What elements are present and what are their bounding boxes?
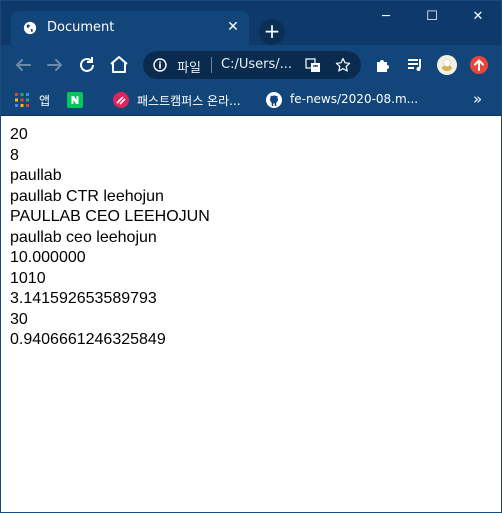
browser-window: Document ✕ + ─ ☐ ✕ 파일 C:/Users/... 앱 패스트… xyxy=(0,0,502,513)
output-line: 3.141592653589793 xyxy=(10,290,157,307)
bookmarks-bar: 앱 패스트캠퍼스 온라... fe-news/2020-08.m... » xyxy=(1,85,501,116)
chevron-double-right-icon: » xyxy=(473,90,483,108)
output-line: 8 xyxy=(10,146,19,164)
info-icon[interactable] xyxy=(153,58,167,72)
page-content: 20 8 paullab paullab CTR leehojun PAULLA… xyxy=(1,116,501,512)
bookmark-fe-news-label: fe-news/2020-08.m... xyxy=(290,92,419,106)
bookmark-fe-news[interactable]: fe-news/2020-08.m... xyxy=(266,90,419,110)
naver-logo-icon xyxy=(67,92,83,108)
url-text[interactable]: C:/Users/... xyxy=(221,57,292,72)
output-text: 20 8 paullab paullab CTR leehojun PAULLA… xyxy=(10,125,210,351)
update-arrow-icon[interactable] xyxy=(469,55,489,75)
url-scheme-label: 파일 xyxy=(177,61,201,76)
bookmark-fastcampus[interactable]: 패스트캠퍼스 온라... xyxy=(113,90,263,110)
back-arrow-icon[interactable] xyxy=(11,53,35,77)
output-line: paullab ceo leehojun xyxy=(10,228,157,246)
output-line: 30 xyxy=(10,310,28,328)
bookmark-naver[interactable] xyxy=(67,90,85,110)
github-logo-icon xyxy=(266,92,282,108)
output-line: 0.9406661246325849 xyxy=(10,331,166,348)
output-line: 20 xyxy=(10,126,28,143)
tab-close-icon[interactable]: ✕ xyxy=(225,19,241,35)
title-bar: Document ✕ + ─ ☐ ✕ xyxy=(1,1,501,45)
translate-icon[interactable] xyxy=(305,57,321,73)
address-bar[interactable]: 파일 C:/Users/... xyxy=(143,51,361,79)
star-icon[interactable] xyxy=(335,57,351,73)
tab-title: Document xyxy=(47,20,115,35)
output-line: PAULLAB CEO LEEHOJUN xyxy=(10,208,210,225)
reload-icon[interactable] xyxy=(75,53,99,77)
forward-arrow-icon[interactable] xyxy=(43,53,67,77)
toolbar: 파일 C:/Users/... xyxy=(1,45,501,85)
globe-icon xyxy=(23,21,37,35)
fastcampus-logo-icon xyxy=(113,92,129,108)
minimize-button[interactable]: ─ xyxy=(365,5,407,29)
bookmark-apps-label: 앱 xyxy=(39,94,51,108)
close-window-button[interactable]: ✕ xyxy=(457,5,499,29)
media-queue-icon[interactable] xyxy=(405,55,425,75)
url-separator xyxy=(211,57,212,73)
bookmark-fastcampus-label: 패스트캠퍼스 온라... xyxy=(137,94,241,108)
output-line: paullab xyxy=(10,167,62,184)
extensions-puzzle-icon[interactable] xyxy=(373,55,393,75)
maximize-button[interactable]: ☐ xyxy=(411,5,453,29)
output-line: paullab CTR leehojun xyxy=(10,187,164,205)
output-line: 10.000000 xyxy=(10,249,86,266)
apps-grid-icon xyxy=(15,93,29,107)
tab-document[interactable]: Document ✕ xyxy=(11,11,249,45)
new-tab-button[interactable]: + xyxy=(259,19,285,45)
profile-avatar-icon[interactable] xyxy=(437,55,457,75)
bookmark-apps[interactable]: 앱 xyxy=(15,90,55,110)
bookmarks-overflow-button[interactable]: » xyxy=(471,90,487,110)
home-icon[interactable] xyxy=(107,53,131,77)
output-line: 1010 xyxy=(10,269,46,287)
